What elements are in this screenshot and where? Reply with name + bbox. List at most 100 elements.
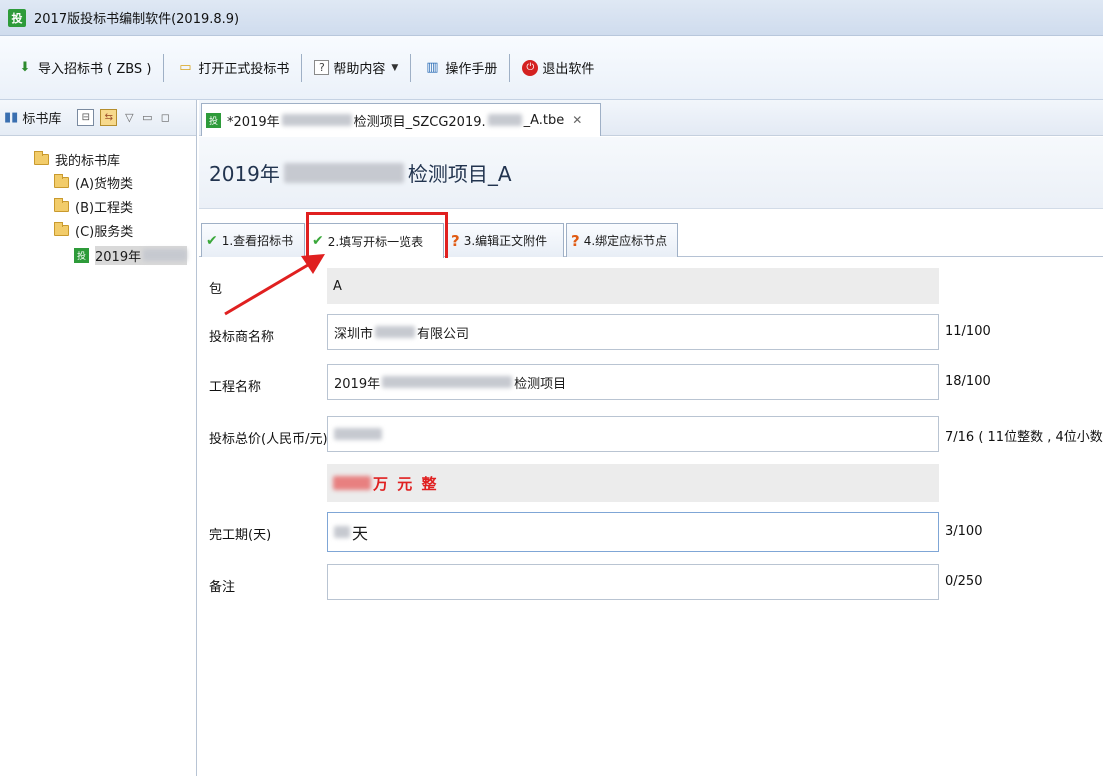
redacted-text [143,248,188,261]
arrow-annotation-icon [224,254,325,316]
toolbar-separator [301,53,303,82]
library-title: 标书库 [22,112,62,127]
tab-label-start: *2019年 [227,114,280,130]
close-icon[interactable]: ✕ [572,113,582,127]
folder-open-icon: ▭ [179,60,192,75]
exit-button[interactable]: ⏻ 退出软件 [516,53,600,83]
bidder-value-prefix: 深圳市 [334,326,374,342]
tree-item-label: (A)货物类 [75,176,134,192]
document-tab-bar: 投 *2019年 检测项目_SZCG2019. _A.tbe ✕ [199,100,1103,136]
project-value-prefix: 2019年 [334,376,381,392]
duration-value-suffix: 天 [352,524,369,543]
title-bar: 投 2017版投标书编制软件(2019.8.9) [0,0,1103,36]
redacted-text [281,114,352,126]
notes-counter: 0/250 [945,574,983,589]
open-bid-button[interactable]: ▭ 打开正式投标书 [170,53,295,83]
price-label: 投标总价(人民币/元) [209,432,328,447]
duration-counter: 3/100 [945,524,983,539]
tree-file-label: 2019年 [95,245,188,265]
link-editor-icon[interactable]: ⇆ [100,109,118,126]
collapse-all-icon[interactable]: ⊟ [77,109,95,126]
step-label: 4.绑定应标节点 [583,234,668,248]
folder-icon [54,221,69,236]
open-label: 打开正式投标书 [198,62,290,77]
project-value-suffix: 检测项目 [514,376,567,392]
bid-file-icon: 投 [206,112,221,128]
toolbar: ⬇ 导入招标书 ( ZBS ) ▭ 打开正式投标书 ? 帮助内容 ▼ ▥ 操作手… [0,36,1103,100]
redacted-text [334,428,382,440]
bidder-label: 投标商名称 [209,330,275,345]
notes-input[interactable] [327,564,939,600]
file-name-text: 2019年 [95,249,142,265]
tree-root[interactable]: 我的标书库 [0,148,196,170]
redacted-text [375,326,416,338]
manual-label: 操作手册 [445,62,498,77]
toolbar-separator [509,53,511,82]
project-label: 工程名称 [209,380,262,395]
tree-item-label: (B)工程类 [75,200,134,216]
help-button[interactable]: ? 帮助内容 ▼ [308,53,404,83]
project-name-input[interactable]: 2019年 检测项目 [327,364,939,400]
toolbar-separator [163,53,165,82]
bid-file-icon: 投 [74,247,89,263]
tree-item-engineering[interactable]: (B)工程类 [0,194,196,218]
bidder-value-suffix: 有限公司 [417,326,470,342]
tab-label-end: _A.tbe [523,112,565,128]
redacted-text [283,162,404,183]
document-title-bar: 2019年 检测项目_A [199,137,1103,209]
duration-input[interactable]: 天 [327,512,939,552]
question-icon: ? [571,231,580,250]
document-tab[interactable]: 投 *2019年 检测项目_SZCG2019. _A.tbe ✕ [201,103,601,136]
redacted-text [487,114,522,126]
doc-title-suffix: 检测项目_A [407,162,512,186]
power-icon: ⏻ [522,59,539,76]
amount-words-text: 万 元 整 [373,474,439,493]
check-icon: ✔ [206,232,218,249]
tree-root-label: 我的标书库 [55,153,121,169]
bidder-name-input[interactable]: 深圳市 有限公司 [327,314,939,350]
folder-icon [34,150,49,165]
manual-button[interactable]: ▥ 操作手册 [417,53,503,83]
chevron-down-icon[interactable]: ▼ [391,63,398,73]
tree-item-label: (C)服务类 [75,224,134,240]
maximize-icon[interactable]: ◻ [159,109,171,126]
editor-panel: 投 *2019年 检测项目_SZCG2019. _A.tbe ✕ 2019年 检… [199,100,1103,776]
tab-label-mid: 检测项目_SZCG2019. [353,114,486,130]
amount-in-words: 万 元 整 [327,464,939,502]
bar-chart-icon: ▮▮ [4,110,19,125]
tab-edit-attachments[interactable]: ? 3.编辑正文附件 [446,223,564,257]
help-icon: ? [314,60,330,75]
project-counter: 18/100 [945,374,991,389]
folder-icon [54,173,69,188]
view-menu-icon[interactable]: ▽ [123,109,135,126]
redacted-text [334,526,350,538]
duration-label: 完工期(天) [209,528,272,543]
bid-price-input[interactable] [327,416,939,452]
redacted-text [333,476,371,490]
import-label: 导入招标书 ( ZBS ) [38,62,152,77]
tree-item-bid-file[interactable]: 投 2019年 [0,242,196,268]
tab-bind-nodes[interactable]: ? 4.绑定应标节点 [566,223,678,257]
notes-label: 备注 [209,580,236,595]
opening-form: 包 A 投标商名称 深圳市 有限公司 11/100 工程名称 2019年 检测项… [199,258,1103,776]
package-value: A [333,278,342,294]
minimize-icon[interactable]: ▭ [141,109,153,126]
import-tender-button[interactable]: ⬇ 导入招标书 ( ZBS ) [10,53,157,83]
bidder-counter: 11/100 [945,324,991,339]
step-label: 3.编辑正文附件 [463,234,548,248]
question-icon: ? [451,231,460,250]
toolbar-separator [410,53,412,82]
window-title: 2017版投标书编制软件(2019.8.9) [34,12,240,27]
import-icon: ⬇ [19,60,31,75]
price-counter: 7/16 ( 11位整数 , 4位小数 ) [945,430,1103,445]
book-icon: ▥ [426,60,439,75]
library-panel: ▮▮ 标书库 ⊟ ⇆ ▽ ▭ ◻ 我的标书库 (A)货物类 (B)工程类 (C)… [0,100,197,776]
library-panel-header: ▮▮ 标书库 ⊟ ⇆ ▽ ▭ ◻ [0,100,196,136]
help-label: 帮助内容 [333,62,386,77]
redacted-text [382,376,513,388]
tree-item-services[interactable]: (C)服务类 [0,218,196,242]
folder-icon [54,197,69,212]
exit-label: 退出软件 [542,62,595,77]
tree-item-goods[interactable]: (A)货物类 [0,170,196,194]
doc-title-prefix: 2019年 [209,162,280,186]
